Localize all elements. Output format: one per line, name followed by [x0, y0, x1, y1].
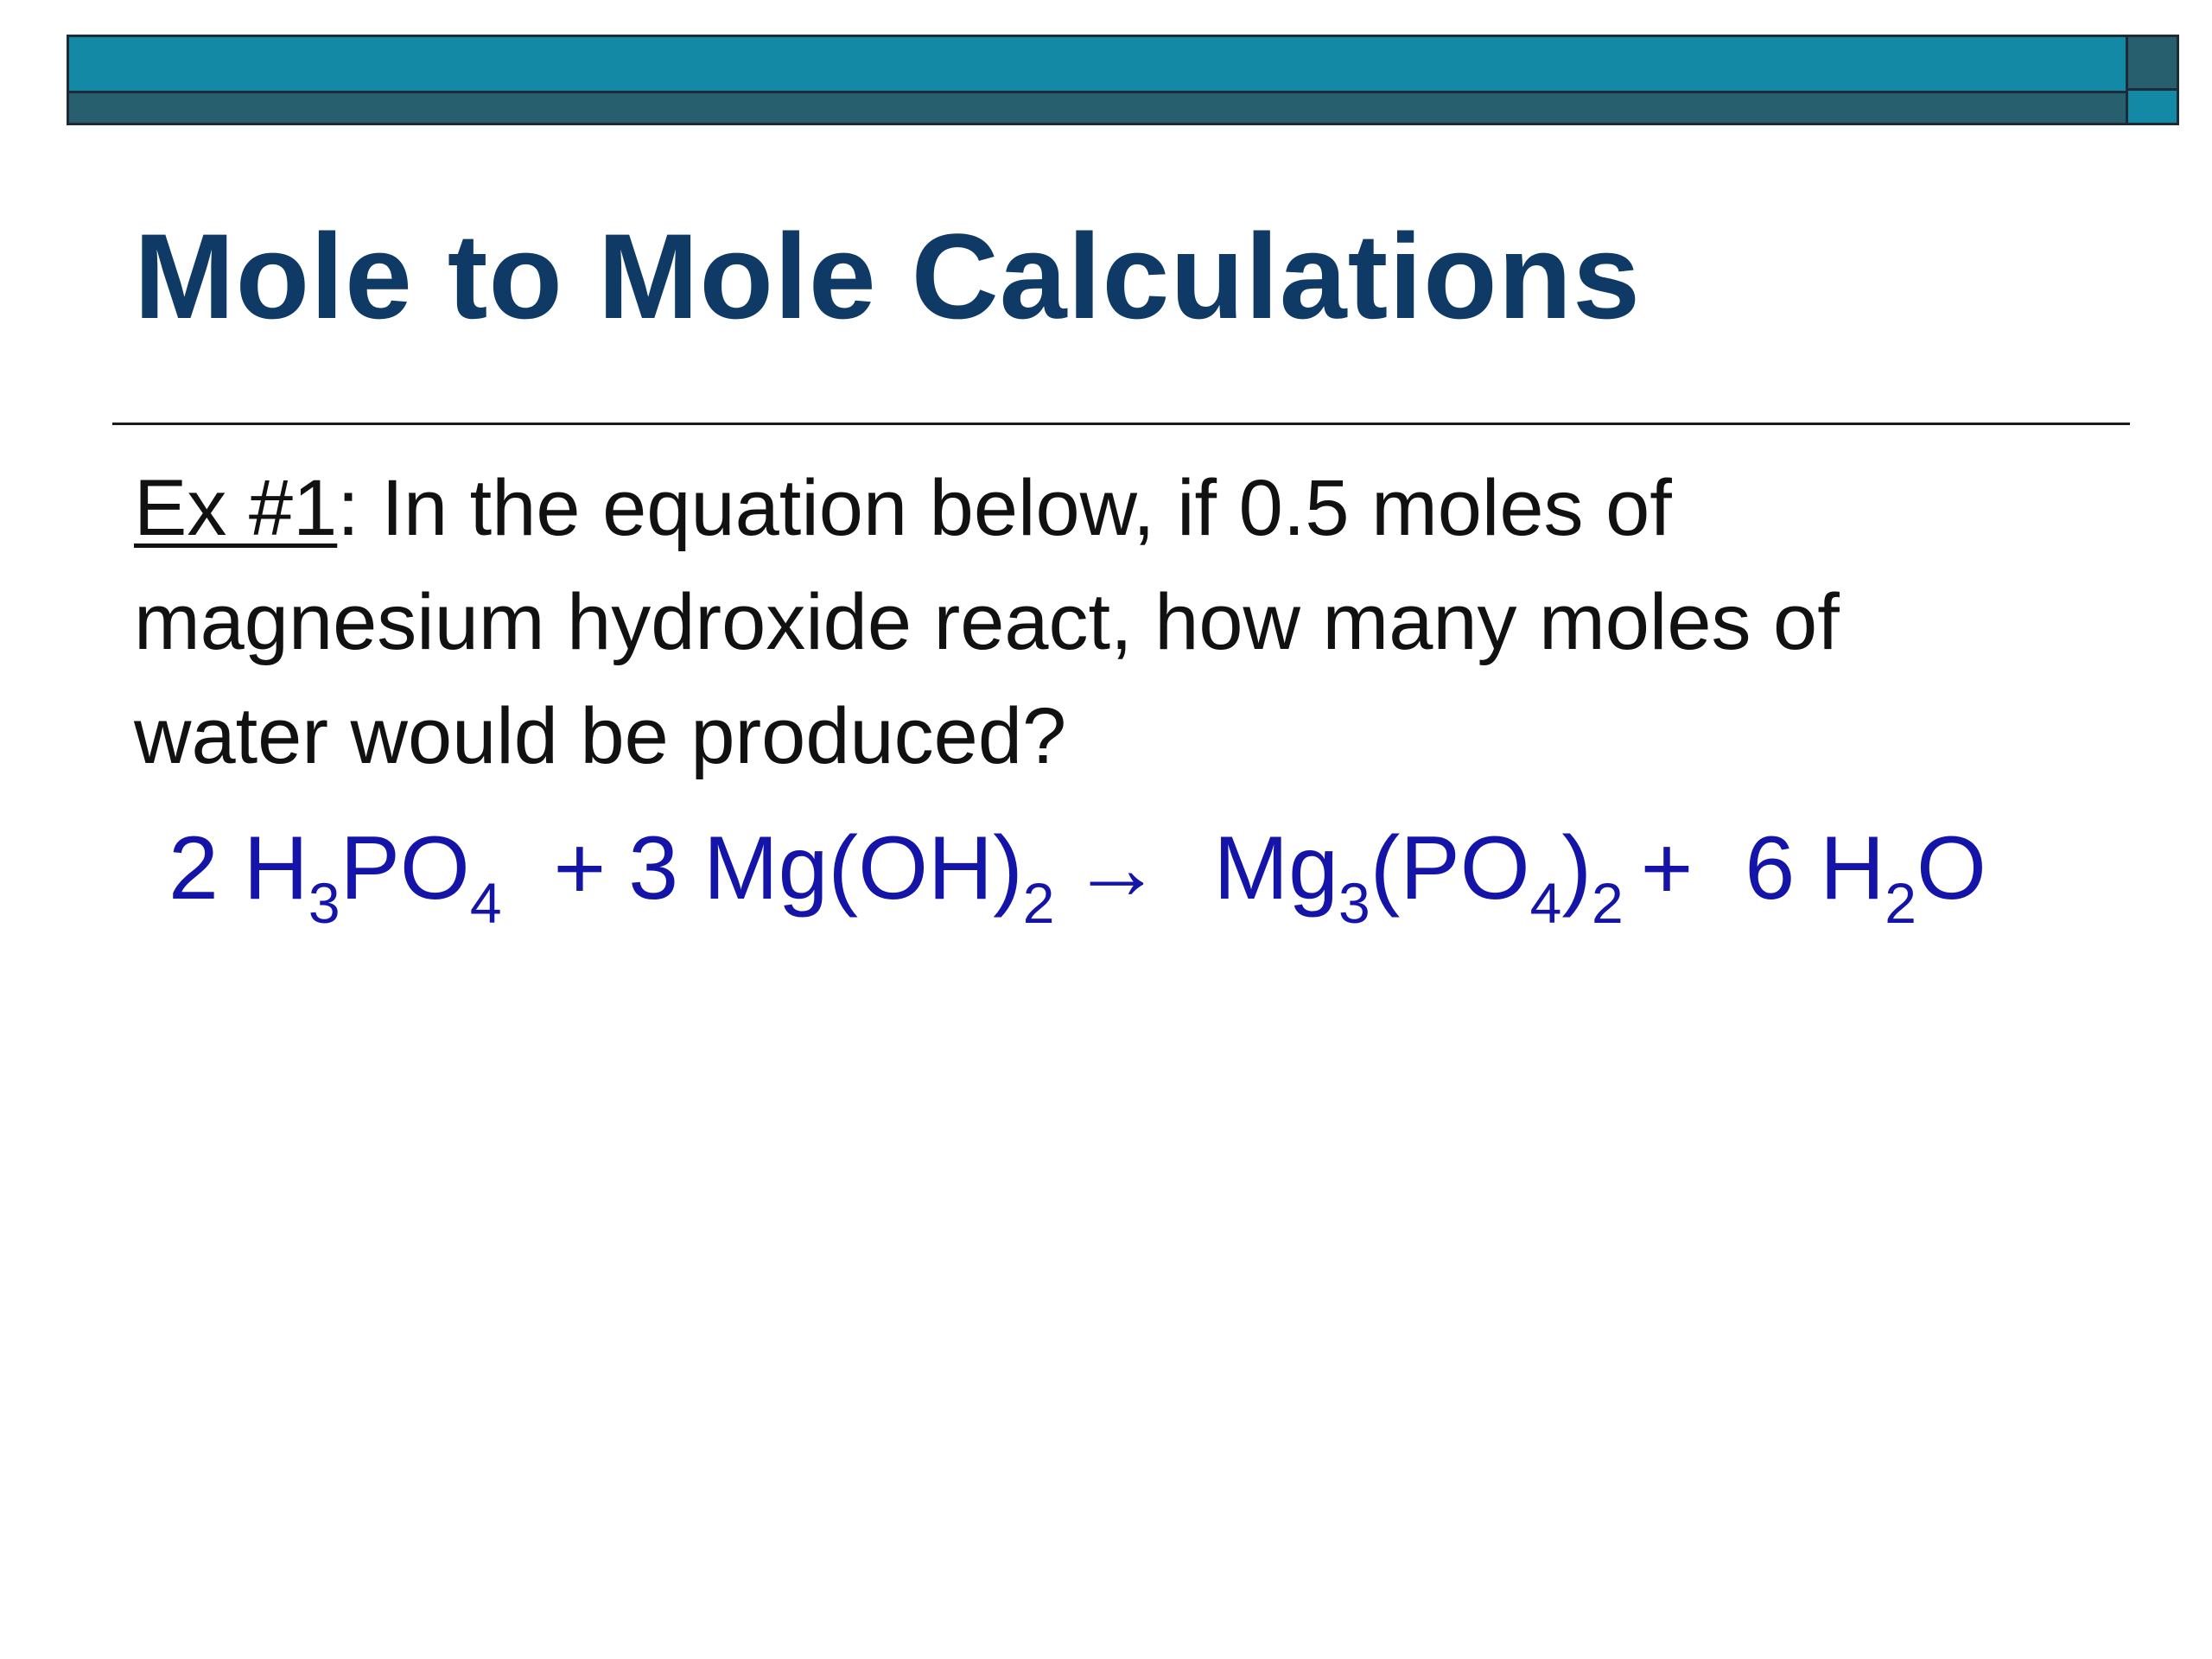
header-bar-top-stripe	[69, 37, 2126, 93]
reactant1-mid: PO	[340, 818, 470, 918]
reactant2-coef: 3 Mg(OH)	[628, 818, 1023, 918]
reactant1-coef: 2 H	[168, 818, 308, 918]
reactant2-sub1: 2	[1022, 871, 1055, 935]
question-line-3: water would be produced?	[134, 692, 1067, 780]
question-line-1: Ex #1: In the equation below, if 0.5 mol…	[134, 451, 2121, 565]
header-corner-square-top	[2126, 37, 2177, 91]
question-line-2: magnesium hydroxide react, how many mole…	[134, 578, 1840, 666]
product1-sub3: 2	[1591, 871, 1624, 935]
reactant1-sub1: 3	[308, 871, 340, 935]
product2-coef: 6 H	[1745, 818, 1885, 918]
reactant-magnesium-hydroxide: 3 Mg(OH)2	[628, 818, 1054, 931]
reaction-arrow: →	[1071, 818, 1162, 918]
plus-sign-2: +	[1640, 818, 1694, 918]
product1-pre: Mg	[1213, 818, 1338, 918]
reactant-phosphoric-acid: 2 H3PO4	[168, 818, 502, 931]
slide-title: Mole to Mole Calculations	[134, 208, 1642, 344]
example-label: Ex #1	[134, 464, 338, 552]
product1-sub1: 3	[1338, 871, 1370, 935]
plus-sign-1: +	[553, 818, 607, 918]
product2-sub1: 2	[1885, 871, 1916, 935]
chemical-equation: 2 H3PO4 +3 Mg(OH)2 → Mg3(PO4)2 +6 H2O	[168, 812, 1986, 931]
product1-mid: (PO	[1370, 818, 1530, 918]
header-corner-square-bottom	[2126, 91, 2177, 123]
product1-sub2: 4	[1529, 871, 1562, 935]
product-water: 6 H2O	[1745, 818, 1986, 931]
header-bar-bottom-stripe	[69, 93, 2126, 123]
header-bar	[67, 35, 2179, 125]
question-line-1-text: In the equation below, if 0.5 moles of	[359, 464, 1672, 552]
reactant1-sub2: 4	[469, 871, 502, 935]
title-divider	[112, 423, 2130, 425]
product1-post: )	[1561, 818, 1592, 918]
question-text: Ex #1: In the equation below, if 0.5 mol…	[134, 451, 2121, 793]
product-magnesium-phosphate: Mg3(PO4)2	[1213, 818, 1623, 931]
slide: Mole to Mole Calculations Ex #1: In the …	[0, 0, 2212, 1659]
example-separator: :	[337, 464, 359, 552]
product2-post: O	[1916, 818, 1986, 918]
